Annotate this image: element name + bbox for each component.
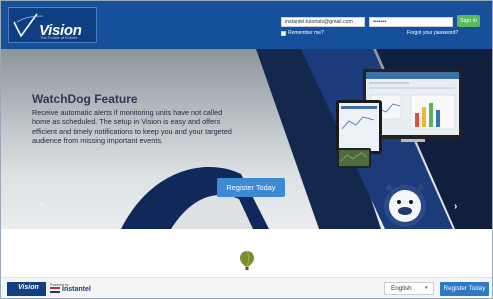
register-today-hero-button[interactable]: Register Today — [217, 178, 285, 197]
language-value: English — [391, 285, 412, 292]
email-field[interactable]: instantel.tutorials@gmail.com — [281, 17, 365, 27]
browser-frame: Vision The Future of Events instantel.tu… — [0, 0, 493, 299]
instantel-wordmark: Instantel — [62, 286, 91, 293]
password-field[interactable]: ••••••• — [369, 17, 453, 27]
top-header: Vision The Future of Events instantel.tu… — [1, 1, 492, 49]
logo-tagline: The Future of Events — [40, 36, 78, 40]
chevron-down-icon: ▾ — [425, 285, 428, 291]
bulldog-mascot-icon — [384, 183, 426, 227]
footer-bar: Vision Powered by Instantel English ▾ Re… — [1, 277, 492, 298]
forgot-password-link[interactable]: Forgot your password? — [407, 30, 458, 36]
remember-me-checkbox[interactable]: Remember me? — [281, 30, 324, 36]
language-select[interactable]: English ▾ — [384, 282, 434, 295]
hero-description: Receive automatic alerts if monitoring u… — [32, 108, 232, 146]
carousel-next-icon[interactable]: › — [454, 202, 457, 212]
balloon-icon — [240, 250, 254, 270]
carousel-prev-icon[interactable]: ‹ — [40, 200, 43, 210]
footer-vision-logo[interactable]: Vision — [7, 282, 46, 296]
hero-carousel: WatchDog Feature Receive automatic alert… — [1, 49, 492, 229]
vision-logo[interactable]: Vision The Future of Events — [8, 7, 97, 43]
checkbox-box[interactable] — [281, 30, 286, 36]
footer-logo-wordmark: Vision — [18, 284, 39, 291]
signin-button[interactable]: Sign in — [457, 15, 480, 27]
instantel-logo-icon — [50, 287, 60, 293]
hero-title: WatchDog Feature — [32, 92, 138, 106]
register-today-footer-button[interactable]: Register Today — [440, 282, 489, 296]
remember-me-label: Remember me? — [288, 30, 324, 36]
